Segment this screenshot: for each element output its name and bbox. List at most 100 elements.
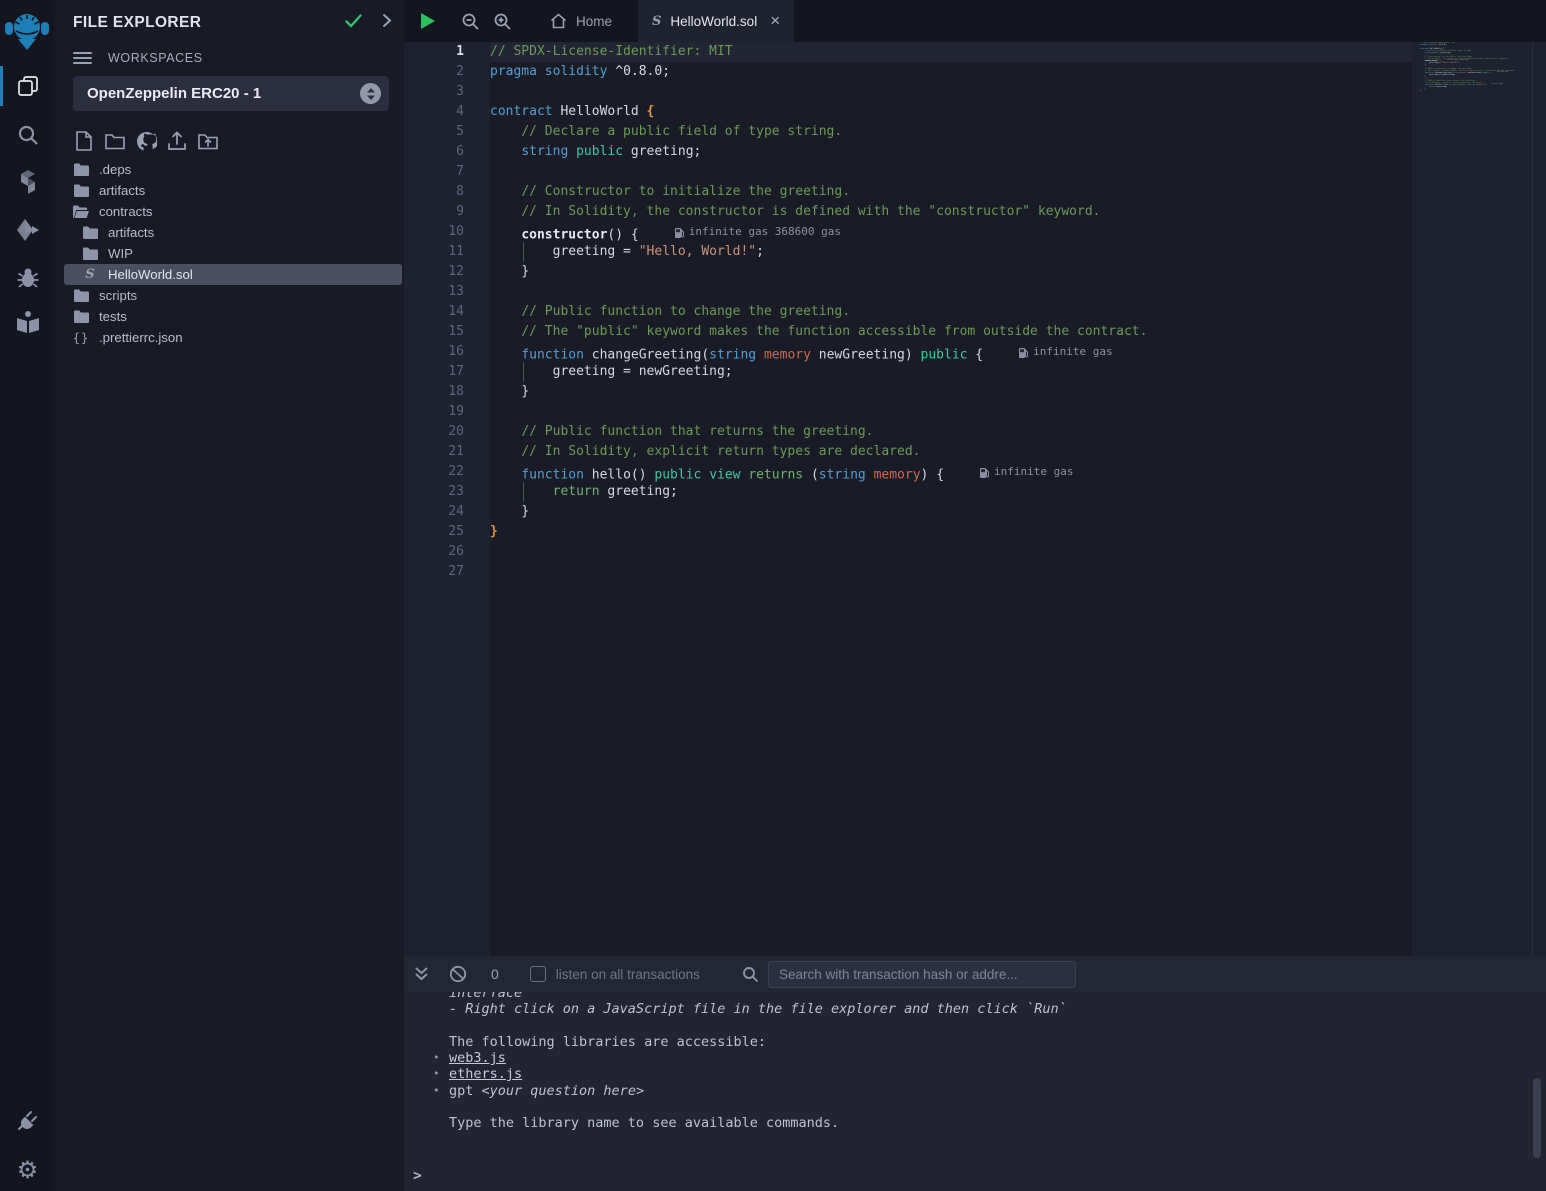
folder-icon xyxy=(73,163,89,176)
line-number-gutter: 1234567891011121314151617181920212223242… xyxy=(404,42,490,956)
code-line: } xyxy=(490,522,1412,542)
line-number: 21 xyxy=(404,442,464,462)
tree-item-tests[interactable]: tests xyxy=(56,306,404,327)
tree-item-wip[interactable]: WIP xyxy=(56,243,404,264)
run-script-button[interactable] xyxy=(412,0,444,42)
line-number: 1 xyxy=(404,42,464,62)
search-icon[interactable] xyxy=(0,113,55,157)
folder-icon xyxy=(73,310,89,323)
learneth-icon[interactable] xyxy=(0,300,55,344)
code-editor[interactable]: // SPDX-License-Identifier: MITpragma so… xyxy=(490,42,1412,956)
editor-tabbar: Home S HelloWorld.sol × xyxy=(404,0,1546,42)
code-line xyxy=(490,82,1412,102)
library-link[interactable]: web3.js xyxy=(449,1050,506,1066)
terminal-line: Type the library name to see available c… xyxy=(404,1115,1546,1131)
code-line: pragma solidity ^0.8.0; xyxy=(490,62,1412,82)
tab-helloworld-sol[interactable]: S HelloWorld.sol × xyxy=(638,0,794,42)
line-number: 22 xyxy=(404,462,464,482)
tree-item-scripts[interactable]: scripts xyxy=(56,285,404,306)
workspace-menu-icon[interactable] xyxy=(73,52,92,64)
tab-home[interactable]: Home xyxy=(536,0,626,42)
accept-check-icon[interactable] xyxy=(345,14,362,33)
terminal-line: The following libraries are accessible: xyxy=(404,1034,1546,1050)
line-number: 2 xyxy=(404,62,464,82)
line-number: 13 xyxy=(404,282,464,302)
plugin-manager-icon[interactable] xyxy=(0,1098,55,1142)
terminal-output[interactable]: interface- Right click on a JavaScript f… xyxy=(404,992,1546,1191)
zoom-in-button[interactable] xyxy=(486,0,518,42)
line-number: 7 xyxy=(404,162,464,182)
code-line: // Constructor to initialize the greetin… xyxy=(490,182,1412,202)
line-number: 8 xyxy=(404,182,464,202)
terminal-line xyxy=(404,1099,1546,1115)
line-number: 10 xyxy=(404,222,464,242)
minimap-zone: // SPDX-License-Identifier: MITpragma so… xyxy=(1412,42,1546,956)
tree-item-helloworld-sol[interactable]: SHelloWorld.sol xyxy=(64,264,402,285)
pending-tx-count: 0 xyxy=(491,966,499,982)
load-folder-icon[interactable] xyxy=(197,129,219,153)
tab-label: HelloWorld.sol xyxy=(670,14,757,29)
editor-area: Home S HelloWorld.sol × 1234567891011121… xyxy=(404,0,1546,956)
file-explorer-icon[interactable] xyxy=(0,64,55,108)
new-folder-icon[interactable] xyxy=(104,129,126,153)
code-line xyxy=(1420,94,1520,96)
tree-item-artifacts[interactable]: artifacts xyxy=(56,222,404,243)
code-line: greeting = newGreeting; xyxy=(490,362,1412,382)
solidity-icon: S xyxy=(82,267,98,282)
close-tab-icon[interactable]: × xyxy=(770,11,780,31)
collapse-chevron-icon[interactable] xyxy=(382,13,392,33)
file-tree: .depsartifactscontractsartifactsWIPSHell… xyxy=(56,159,404,348)
terminal-prompt[interactable]: > xyxy=(404,1168,1546,1184)
line-number: 17 xyxy=(404,362,464,382)
code-line: } xyxy=(490,382,1412,402)
settings-gear-icon[interactable]: ⚙ xyxy=(0,1148,55,1191)
line-number: 18 xyxy=(404,382,464,402)
tree-item--prettierrc-json[interactable]: {}.prettierrc.json xyxy=(56,327,404,348)
workspace-sort-icon[interactable] xyxy=(360,83,381,104)
braces-icon: {} xyxy=(73,331,89,345)
line-number: 20 xyxy=(404,422,464,442)
tree-item-contracts[interactable]: contracts xyxy=(56,201,404,222)
code-line: // Public function that returns the gree… xyxy=(490,422,1412,442)
code-line: // In Solidity, the constructor is defin… xyxy=(490,202,1412,222)
line-number: 5 xyxy=(404,122,464,142)
tree-item-artifacts[interactable]: artifacts xyxy=(56,180,404,201)
code-line: // Declare a public field of type string… xyxy=(490,122,1412,142)
line-number: 9 xyxy=(404,202,464,222)
debugger-icon[interactable] xyxy=(0,256,55,300)
code-line: contract HelloWorld { xyxy=(490,102,1412,122)
terminal-search-icon xyxy=(742,966,759,983)
remix-ide-window: ⚙ FILE EXPLORER WORKSPACES OpenZeppelin … xyxy=(0,0,1546,1191)
remix-logo-icon[interactable] xyxy=(3,6,51,58)
gas-estimate-annotation: infinite gas xyxy=(1019,342,1112,362)
code-line xyxy=(490,562,1412,582)
listen-transactions-checkbox[interactable] xyxy=(530,966,546,982)
code-line: // In Solidity, explicit return types ar… xyxy=(490,442,1412,462)
upload-file-icon[interactable] xyxy=(166,129,188,153)
terminal-line: interface xyxy=(404,992,1546,1001)
new-file-icon[interactable] xyxy=(73,129,95,153)
activity-bar: ⚙ xyxy=(0,0,55,1191)
workspace-dropdown[interactable]: OpenZeppelin ERC20 - 1 xyxy=(73,76,389,111)
zoom-out-button[interactable] xyxy=(454,0,486,42)
code-line: // SPDX-License-Identifier: MIT xyxy=(490,42,1412,62)
gas-estimate-annotation: infinite gas 368600 gas xyxy=(675,222,841,242)
solidity-compiler-icon[interactable] xyxy=(0,160,55,204)
expand-terminal-icon[interactable] xyxy=(414,966,429,982)
terminal-scrollbar-thumb[interactable] xyxy=(1533,1078,1541,1158)
deploy-run-icon[interactable] xyxy=(0,208,55,252)
code-line: greeting = "Hello, World!"; xyxy=(490,242,1412,262)
library-link[interactable]: ethers.js xyxy=(449,1066,522,1082)
line-number: 12 xyxy=(404,262,464,282)
terminal-search-input[interactable] xyxy=(768,961,1076,988)
terminal-list-item: gpt <your question here> xyxy=(404,1083,1546,1099)
code-line xyxy=(490,282,1412,302)
minimap[interactable]: // SPDX-License-Identifier: MITpragma so… xyxy=(1420,42,1520,96)
terminal-list-item: ethers.js xyxy=(404,1066,1546,1082)
workspaces-label: WORKSPACES xyxy=(108,51,203,65)
line-number: 14 xyxy=(404,302,464,322)
tree-item--deps[interactable]: .deps xyxy=(56,159,404,180)
clone-github-icon[interactable] xyxy=(135,129,157,153)
tab-label: Home xyxy=(576,14,612,29)
clear-console-icon[interactable] xyxy=(449,965,467,983)
